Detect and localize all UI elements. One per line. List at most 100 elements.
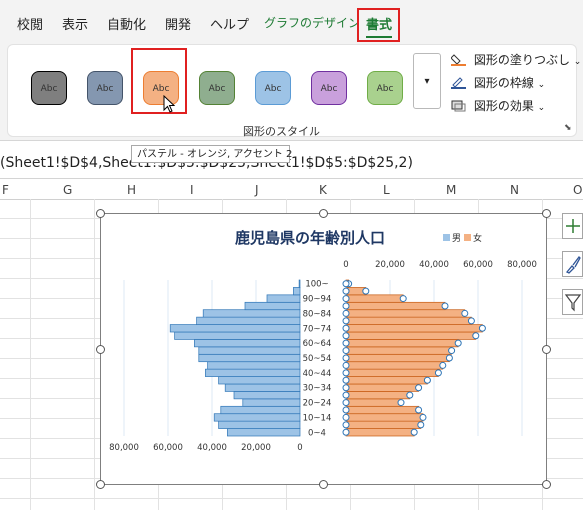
- right-axis-tick-label: 40,000: [419, 260, 449, 270]
- legend-label-female: 女: [473, 232, 482, 244]
- gallery-more-button[interactable]: ▾: [413, 53, 441, 109]
- bar-female: [345, 405, 419, 415]
- bar-female: [345, 316, 472, 325]
- bar-male: [196, 316, 301, 325]
- chart-elements-button[interactable]: [562, 213, 583, 239]
- shape-effects-button[interactable]: 図形の効果 ⌄: [451, 97, 545, 114]
- column-header[interactable]: M: [446, 183, 456, 197]
- column-header[interactable]: H: [127, 183, 136, 197]
- series-selection-handle: [419, 413, 427, 421]
- bar-male: [169, 324, 301, 333]
- bar-male: [194, 339, 301, 348]
- resize-handle[interactable]: [542, 209, 551, 218]
- group-label-shape-styles: 図形のスタイル: [243, 125, 320, 138]
- series-selection-handle: [342, 421, 350, 429]
- legend[interactable]: 男 女: [443, 232, 482, 244]
- shape-effects-label: 図形の効果: [473, 99, 534, 113]
- series-selection-handle: [434, 369, 442, 377]
- bar-female: [345, 413, 424, 422]
- series-selection-handle: [461, 309, 469, 317]
- shape-style-swatch[interactable]: Abc: [311, 71, 347, 105]
- category-label: 30~34: [303, 384, 332, 394]
- chevron-down-icon: ▾: [424, 76, 430, 87]
- resize-handle[interactable]: [96, 345, 105, 354]
- series-selection-handle: [342, 317, 350, 325]
- right-axis-tick-label: 0: [343, 260, 348, 270]
- shape-fill-button[interactable]: 図形の塗りつぶし ⌄: [451, 51, 581, 68]
- bar-male: [207, 361, 301, 370]
- column-header[interactable]: I: [190, 183, 194, 197]
- bar-male: [220, 405, 301, 415]
- category-label: 70~74: [303, 324, 332, 334]
- active-tab-underline: [366, 36, 392, 38]
- tab-view[interactable]: 表示: [62, 14, 88, 33]
- population-pyramid-chart: 鹿児島県の年齢別人口 男 女 0~4 10~14 20~24 30~34 40~44 50…: [109, 229, 537, 453]
- mouse-cursor-icon: [163, 95, 176, 113]
- shape-style-swatch[interactable]: Abc: [87, 71, 123, 105]
- series-selection-handle: [478, 324, 486, 332]
- filter-icon: [564, 294, 582, 312]
- left-axis-tick-label: 80,000: [109, 443, 139, 453]
- brush-icon: [565, 256, 581, 274]
- series-selection-handle: [342, 384, 350, 392]
- resize-handle[interactable]: [96, 480, 105, 489]
- tab-review[interactable]: 校閲: [17, 14, 43, 33]
- ribbon-body: Abc Abc Abc Abc Abc Abc Abc ▾ 図形の塗りつぶし ⌄…: [0, 44, 583, 141]
- left-axis-tick-label: 60,000: [153, 443, 183, 453]
- chart-title[interactable]: 鹿児島県の年齢別人口: [235, 229, 385, 247]
- chevron-down-icon: ⌄: [537, 80, 546, 90]
- bar-male: [293, 287, 301, 296]
- column-header[interactable]: N: [510, 183, 519, 197]
- chart-styles-button[interactable]: [562, 251, 583, 277]
- bar-male: [244, 301, 301, 311]
- column-header[interactable]: G: [63, 183, 72, 197]
- bar-male: [233, 391, 301, 400]
- series-selection-handle: [342, 406, 350, 414]
- shape-effects-icon: [451, 100, 466, 112]
- bar-male: [213, 413, 301, 422]
- column-header[interactable]: O: [573, 183, 582, 197]
- tab-automate[interactable]: 自動化: [107, 14, 146, 33]
- series-selection-handle: [342, 376, 350, 384]
- shape-style-swatch[interactable]: Abc: [31, 71, 67, 105]
- shape-style-gallery: Abc Abc Abc Abc Abc Abc Abc: [19, 52, 411, 110]
- series-selection-handle: [472, 332, 480, 340]
- resize-handle[interactable]: [319, 480, 328, 489]
- category-label: 10~14: [303, 413, 332, 423]
- category-label: 100~: [305, 280, 328, 290]
- tab-help[interactable]: ヘルプ: [210, 14, 249, 33]
- series-selection-handle: [342, 339, 350, 347]
- series-selection-handle: [342, 354, 350, 362]
- series-selection-handle: [423, 376, 431, 384]
- tab-chart-design[interactable]: グラフのデザイン: [264, 14, 360, 31]
- column-header[interactable]: L: [383, 183, 390, 197]
- shape-outline-button[interactable]: 図形の枠線 ⌄: [451, 74, 545, 91]
- chart-filters-button[interactable]: [562, 289, 583, 315]
- tab-developer[interactable]: 開発: [165, 14, 191, 33]
- resize-handle[interactable]: [542, 480, 551, 489]
- shape-style-swatch[interactable]: Abc: [199, 71, 235, 105]
- series-selection-handle: [342, 428, 350, 436]
- chevron-down-icon: ⌄: [573, 57, 582, 67]
- bar-male: [242, 398, 301, 407]
- column-header[interactable]: K: [319, 183, 327, 197]
- dialog-launcher-icon[interactable]: ⬊: [564, 123, 572, 133]
- bar-female: [345, 309, 466, 318]
- shape-style-swatch[interactable]: Abc: [367, 71, 403, 105]
- shape-style-swatch[interactable]: Abc: [255, 71, 291, 105]
- chevron-down-icon: ⌄: [537, 103, 546, 113]
- bar-female: [345, 383, 419, 392]
- series-selection-handle: [342, 413, 350, 421]
- bar-female: [345, 420, 422, 429]
- resize-handle[interactable]: [319, 209, 328, 218]
- right-axis-tick-label: 60,000: [463, 260, 493, 270]
- series-selection-handle: [342, 399, 350, 407]
- series-selection-handle: [467, 317, 475, 325]
- resize-handle[interactable]: [542, 345, 551, 354]
- column-header[interactable]: J: [255, 183, 259, 197]
- chart-area[interactable]: 鹿児島県の年齢別人口 男 女 0~4 10~14 20~24 30~34 40~44 50…: [96, 209, 551, 489]
- resize-handle[interactable]: [96, 209, 105, 218]
- bar-male: [198, 346, 301, 355]
- column-header[interactable]: F: [2, 183, 9, 197]
- bar-female: [345, 346, 452, 355]
